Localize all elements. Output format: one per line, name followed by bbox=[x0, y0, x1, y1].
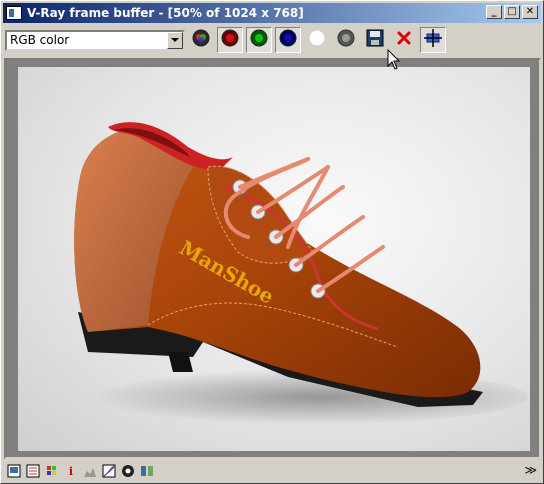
title-bar[interactable]: V-Ray frame buffer - [50% of 1024 x 768]… bbox=[3, 3, 541, 23]
blue-orb-icon bbox=[278, 28, 298, 52]
monochrome-button[interactable] bbox=[333, 27, 359, 53]
channel-select[interactable]: RGB color bbox=[5, 29, 185, 51]
minimize-button[interactable]: _ bbox=[486, 5, 502, 19]
gray-orb-icon bbox=[336, 28, 356, 52]
window-controls: _ □ ✕ bbox=[484, 5, 538, 19]
blue-channel-button[interactable] bbox=[275, 27, 301, 53]
compare-icon[interactable] bbox=[139, 463, 155, 479]
save-image-button[interactable] bbox=[362, 27, 388, 53]
channel-select-value: RGB color bbox=[10, 33, 70, 47]
mouse-cursor-icon bbox=[387, 49, 401, 70]
floppy-disk-icon bbox=[365, 28, 385, 52]
shoe-render-icon: ManShoe bbox=[68, 122, 528, 425]
green-channel-button[interactable] bbox=[246, 27, 272, 53]
maximize-button[interactable]: □ bbox=[504, 5, 520, 19]
color-correction-icon[interactable] bbox=[44, 463, 60, 479]
lens-icon[interactable] bbox=[120, 463, 136, 479]
rgb-orb-icon bbox=[191, 28, 211, 52]
close-button[interactable]: ✕ bbox=[522, 5, 538, 19]
curve-icon[interactable] bbox=[101, 463, 117, 479]
window-app-icon[interactable] bbox=[6, 6, 22, 20]
expand-chevron-icon[interactable]: ≫ bbox=[524, 463, 537, 477]
status-bar: i ≫ bbox=[3, 461, 541, 481]
rendered-image[interactable]: ManShoe bbox=[18, 67, 530, 451]
history-icon[interactable] bbox=[25, 463, 41, 479]
track-mouse-button[interactable] bbox=[420, 27, 446, 53]
red-channel-button[interactable] bbox=[217, 27, 243, 53]
vray-frame-buffer-window: V-Ray frame buffer - [50% of 1024 x 768]… bbox=[0, 0, 544, 484]
switch-to-rgb-button[interactable] bbox=[188, 27, 214, 53]
crosshair-icon bbox=[423, 28, 443, 52]
red-orb-icon bbox=[220, 28, 240, 52]
levels-icon[interactable] bbox=[82, 463, 98, 479]
chevron-down-icon[interactable] bbox=[167, 31, 183, 49]
white-orb-icon bbox=[307, 28, 327, 52]
toolbar: RGB color bbox=[3, 25, 541, 55]
render-viewport[interactable]: ManShoe bbox=[4, 58, 541, 459]
green-orb-icon bbox=[249, 28, 269, 52]
frame-icon[interactable] bbox=[6, 463, 22, 479]
window-title: V-Ray frame buffer - [50% of 1024 x 768] bbox=[27, 6, 304, 20]
info-icon[interactable]: i bbox=[63, 463, 79, 479]
alpha-channel-button[interactable] bbox=[304, 27, 330, 53]
